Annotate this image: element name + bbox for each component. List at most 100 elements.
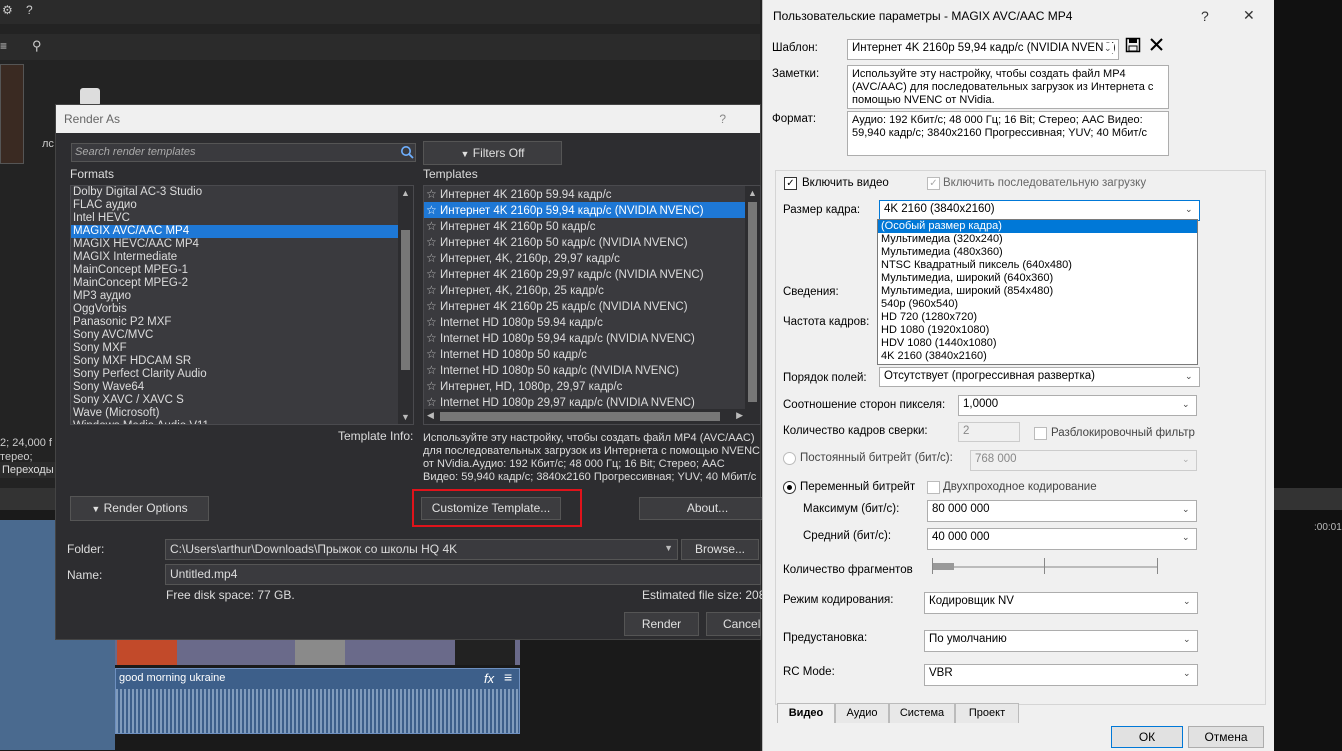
folder-field[interactable]: C:\Users\arthur\Downloads\Прыжок со школ… xyxy=(165,539,678,560)
search-input[interactable]: Search render templates xyxy=(71,143,416,162)
chevron-left-icon[interactable]: ◀ xyxy=(427,410,434,421)
star-icon[interactable]: ☆ xyxy=(426,346,440,362)
template-item[interactable]: ☆ Internet HD 1080p 59,94 кадр/с (NVIDIA … xyxy=(424,330,746,346)
frame-size-option[interactable]: HD 720 (1280x720) xyxy=(878,311,1197,324)
help-button[interactable]: ? xyxy=(719,112,726,126)
tab-transitions[interactable]: Переходы xyxy=(0,462,56,478)
scroll-thumb[interactable] xyxy=(440,412,720,421)
frame-size-option[interactable]: Мультимедиа, широкий (854x480) xyxy=(878,285,1197,298)
formats-list[interactable]: Dolby Digital AC-3 Studio FLAC аудио Intel… xyxy=(70,185,414,425)
templates-scrollbar[interactable]: ▲ xyxy=(745,186,760,424)
two-pass-checkbox[interactable] xyxy=(927,481,940,494)
chevron-up-icon[interactable]: ▲ xyxy=(748,188,757,198)
vbr-radio[interactable] xyxy=(783,481,796,494)
format-item[interactable]: Sony MXF HDCAM SR xyxy=(71,355,399,368)
format-item[interactable]: Sony AVC/MVC xyxy=(71,329,399,342)
star-icon[interactable]: ☆ xyxy=(426,298,440,314)
format-item[interactable]: Intel HEVC xyxy=(71,212,399,225)
chevron-up-icon[interactable]: ▲ xyxy=(401,188,410,198)
format-item[interactable]: MainConcept MPEG-1 xyxy=(71,264,399,277)
template-item[interactable]: ☆ Интернет 4K 2160p 25 кадр/с (NVIDIA NVE… xyxy=(424,298,746,314)
slices-slider[interactable] xyxy=(932,558,1158,574)
star-icon[interactable]: ☆ xyxy=(426,186,440,202)
include-video-checkbox[interactable]: ✓ xyxy=(784,177,797,190)
format-item[interactable]: MainConcept MPEG-2 xyxy=(71,277,399,290)
template-item[interactable]: ☆ Интернет 4K 2160p 29,97 кадр/с (NVIDIA … xyxy=(424,266,746,282)
frame-size-select[interactable]: 4K 2160 (3840x2160) ⌄ xyxy=(879,200,1200,221)
template-item[interactable]: ☆ Интернет 4K 2160p 50 кадр/с xyxy=(424,218,746,234)
max-bitrate-select[interactable]: 80 000 000 ⌄ xyxy=(927,500,1197,522)
scroll-thumb[interactable] xyxy=(748,202,757,402)
ok-button[interactable]: ОК xyxy=(1111,726,1183,748)
tab-audio[interactable]: Аудио xyxy=(835,703,889,723)
help-icon[interactable]: ? xyxy=(26,3,33,17)
reference-frames-input[interactable]: 2 xyxy=(958,422,1020,442)
template-item[interactable]: ☆ Internet HD 1080p 50 кадр/с xyxy=(424,346,746,362)
star-icon[interactable]: ☆ xyxy=(426,282,440,298)
fx-icon[interactable]: fx xyxy=(484,671,494,686)
star-icon[interactable]: ☆ xyxy=(426,314,440,330)
chevron-right-icon[interactable]: ▶ xyxy=(736,410,743,421)
render-button[interactable]: Render xyxy=(624,612,699,636)
pixel-aspect-select[interactable]: 1,0000 ⌄ xyxy=(958,395,1197,416)
preset-select[interactable]: По умолчанию ⌄ xyxy=(924,630,1198,652)
about-button[interactable]: About... xyxy=(639,497,776,520)
notes-textarea[interactable]: Используйте эту настройку, чтобы создать… xyxy=(847,65,1169,109)
render-options-button[interactable]: ▼ Render Options xyxy=(70,496,209,521)
frame-size-dropdown[interactable]: (Особый размер кадра) Мультимедиа (320x24… xyxy=(877,219,1198,365)
customize-template-button[interactable]: Customize Template... xyxy=(421,497,561,520)
template-item[interactable]: ☆ Интернет, HD, 1080p, 29,97 кадр/с xyxy=(424,378,746,394)
format-item[interactable]: MAGIX AVC/AAC MP4 xyxy=(71,225,399,238)
format-item[interactable]: Windows Media Audio V11 xyxy=(71,420,399,424)
format-item[interactable]: FLAC аудио xyxy=(71,199,399,212)
tab-video[interactable]: Видео xyxy=(777,703,835,723)
star-icon[interactable]: ☆ xyxy=(426,234,440,250)
menu-icon[interactable]: ≡ xyxy=(504,669,512,685)
frame-size-option[interactable]: HD 1080 (1920x1080) xyxy=(878,324,1197,337)
star-icon[interactable]: ☆ xyxy=(426,378,440,394)
frame-size-option[interactable]: Мультимедиа, широкий (640x360) xyxy=(878,272,1197,285)
format-item[interactable]: MAGIX Intermediate xyxy=(71,251,399,264)
star-icon[interactable]: ☆ xyxy=(426,266,440,282)
search-icon[interactable] xyxy=(400,145,414,159)
frame-size-option[interactable]: (Особый размер кадра) xyxy=(878,220,1197,233)
template-item[interactable]: ☆ Интернет 4K 2160p 59.94 кадр/с xyxy=(424,186,746,202)
format-item[interactable]: MP3 аудио xyxy=(71,290,399,303)
star-icon[interactable]: ☆ xyxy=(426,330,440,346)
frame-size-option[interactable]: Мультимедиа (320x240) xyxy=(878,233,1197,246)
delete-icon[interactable] xyxy=(1149,37,1164,52)
browse-button[interactable]: Browse... xyxy=(681,539,759,560)
zoom-icon[interactable]: ⚲ xyxy=(32,38,42,54)
template-item[interactable]: ☆ Интернет 4K 2160p 59,94 кадр/с (NVIDIA … xyxy=(424,202,746,218)
star-icon[interactable]: ☆ xyxy=(426,218,440,234)
chevron-down-icon[interactable]: ▼ xyxy=(664,543,673,553)
progressive-download-checkbox[interactable]: ✓ xyxy=(927,177,940,190)
template-item[interactable]: ☆ Internet HD 1080p 59.94 кадр/с xyxy=(424,314,746,330)
deblocking-checkbox[interactable] xyxy=(1034,427,1047,440)
templates-list[interactable]: ☆ Интернет 4K 2160p 59.94 кадр/с ☆ Интернет… xyxy=(423,185,761,425)
format-item[interactable]: Sony XAVC / XAVC S xyxy=(71,394,399,407)
format-item[interactable]: Sony Perfect Clarity Audio xyxy=(71,368,399,381)
video-clip[interactable] xyxy=(115,640,520,665)
frame-size-option[interactable]: HDV 1080 (1440x1080) xyxy=(878,337,1197,350)
slider-handle[interactable] xyxy=(932,563,954,570)
avg-bitrate-select[interactable]: 40 000 000 ⌄ xyxy=(927,528,1197,550)
template-item[interactable]: ☆ Internet HD 1080p 29,97 кадр/с (NVIDIA … xyxy=(424,394,746,410)
cancel-button[interactable]: Отмена xyxy=(1188,726,1264,748)
menu-icon[interactable]: ≡ xyxy=(0,39,7,53)
format-item[interactable]: Panasonic P2 MXF xyxy=(71,316,399,329)
help-button[interactable]: ? xyxy=(1201,8,1209,24)
encode-mode-select[interactable]: Кодировщик NV ⌄ xyxy=(924,592,1198,614)
format-item[interactable]: Dolby Digital AC-3 Studio xyxy=(71,186,399,199)
format-item[interactable]: OggVorbis xyxy=(71,303,399,316)
template-item[interactable]: ☆ Internet HD 1080p 50 кадр/с (NVIDIA NVE… xyxy=(424,362,746,378)
template-select[interactable]: Интернет 4K 2160p 59,94 кадр/с (NVIDIA N… xyxy=(847,39,1119,60)
format-item[interactable]: Wave (Microsoft) xyxy=(71,407,399,420)
cbr-select[interactable]: 768 000 ⌄ xyxy=(970,450,1197,471)
tab-project[interactable]: Проект xyxy=(955,703,1019,723)
rc-mode-select[interactable]: VBR ⌄ xyxy=(924,664,1198,686)
formats-scrollbar[interactable]: ▲ ▼ xyxy=(398,186,413,424)
gear-icon[interactable]: ⚙ xyxy=(2,3,13,17)
tab-system[interactable]: Система xyxy=(889,703,955,723)
format-item[interactable]: MAGIX HEVC/AAC MP4 xyxy=(71,238,399,251)
